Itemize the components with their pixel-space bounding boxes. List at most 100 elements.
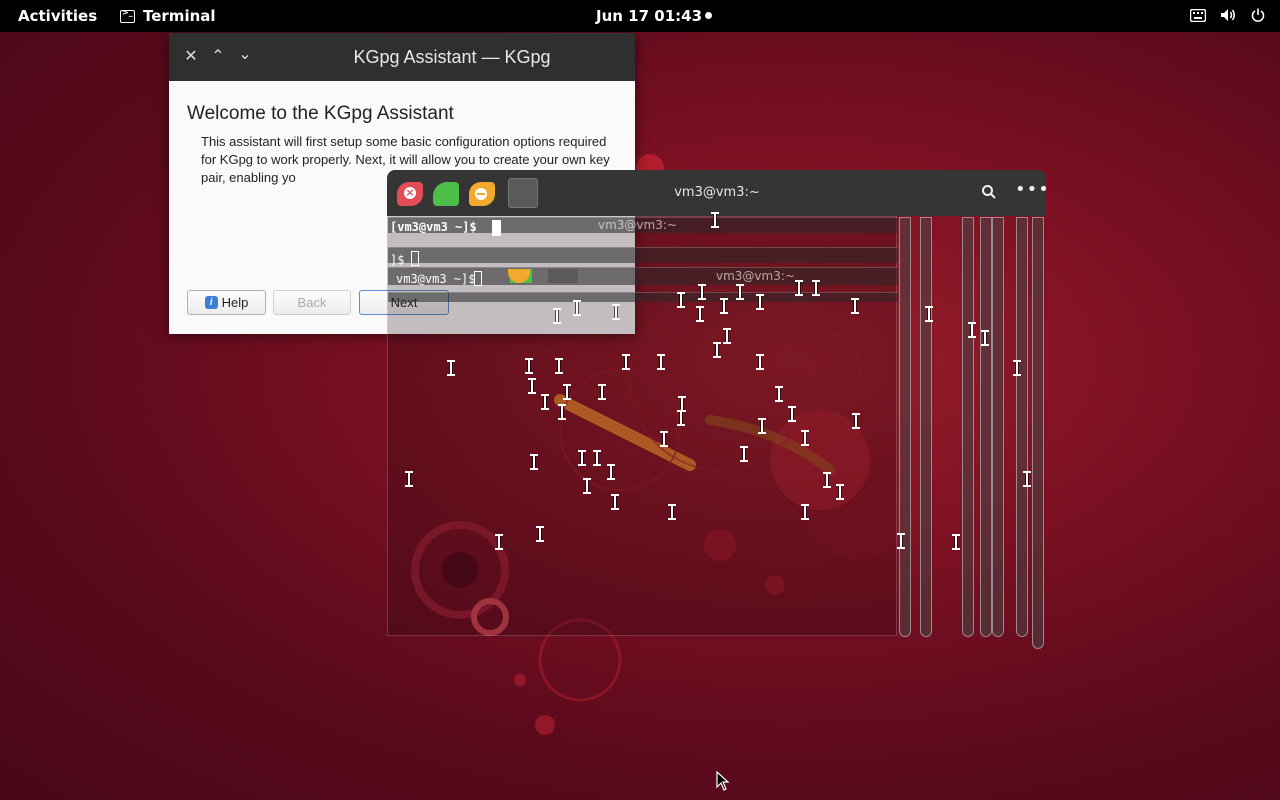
- render-artifact-bar: [1016, 217, 1028, 637]
- volume-icon[interactable]: [1220, 7, 1236, 23]
- ibeam-cursor-icon: [660, 431, 668, 447]
- ibeam-cursor-icon: [801, 430, 809, 446]
- ibeam-cursor-icon: [677, 292, 685, 308]
- power-icon[interactable]: [1250, 7, 1266, 23]
- ibeam-cursor-icon: [696, 306, 704, 322]
- render-artifact-bar: [920, 217, 932, 637]
- terminal-prompt: ]$: [390, 253, 405, 267]
- ibeam-cursor-icon: [720, 298, 728, 314]
- notification-dot: [705, 12, 712, 19]
- ibeam-cursor-icon: [836, 484, 844, 500]
- ibeam-cursor-icon: [852, 413, 860, 429]
- new-tab-button[interactable]: [508, 178, 538, 208]
- system-tray[interactable]: [1190, 7, 1266, 23]
- app-menu-label: Terminal: [143, 7, 216, 25]
- terminal-scrollbar[interactable]: [1032, 217, 1044, 649]
- activities-button[interactable]: Activities: [18, 7, 97, 25]
- ibeam-cursor-icon: [563, 384, 571, 400]
- ibeam-cursor-icon: [530, 454, 538, 470]
- ibeam-cursor-icon: [1023, 471, 1031, 487]
- menu-icon[interactable]: •••: [1015, 181, 1049, 202]
- ibeam-cursor-icon: [558, 404, 566, 420]
- close-window-button[interactable]: [397, 182, 423, 206]
- maximize-window-button[interactable]: [433, 182, 459, 206]
- terminal-title: vm3@vm3:~: [674, 185, 760, 200]
- ibeam-cursor-icon: [657, 354, 665, 370]
- ghost-terminal-title: vm3@vm3:~: [716, 269, 795, 283]
- keyboard-icon[interactable]: [1190, 7, 1206, 23]
- ibeam-cursor-icon: [925, 306, 933, 322]
- ibeam-cursor-icon: [573, 300, 581, 316]
- terminal-cursor: [411, 251, 419, 266]
- ibeam-cursor-icon: [851, 298, 859, 314]
- terminal-prompt: vm3@vm3 ~]$: [396, 272, 476, 286]
- ibeam-cursor-icon: [528, 378, 536, 394]
- terminal-prompt: [vm3@vm3 ~]$: [390, 220, 477, 234]
- ibeam-cursor-icon: [968, 322, 976, 338]
- render-artifact-bar: [980, 217, 992, 637]
- ibeam-cursor-icon: [612, 304, 620, 320]
- ibeam-cursor-icon: [756, 294, 764, 310]
- help-button-label: Help: [221, 295, 249, 310]
- ibeam-cursor-icon: [981, 330, 989, 346]
- top-bar: Activities Terminal Jun 17 01:43: [0, 0, 1280, 32]
- back-button-label: Back: [297, 295, 327, 310]
- ibeam-cursor-icon: [801, 504, 809, 520]
- help-button[interactable]: i Help: [187, 290, 266, 315]
- ibeam-cursor-icon: [823, 472, 831, 488]
- render-artifact-strip: [388, 292, 898, 302]
- ibeam-cursor-icon: [711, 212, 719, 228]
- ibeam-cursor-icon: [598, 384, 606, 400]
- minimize-window-button[interactable]: [469, 182, 495, 206]
- render-artifact-bar: [992, 217, 1004, 637]
- terminal-window: vm3@vm3:~ ••• [vm3@vm3 ~]$ vm3@vm3:~ ]$ …: [387, 170, 1049, 650]
- terminal-content[interactable]: [vm3@vm3 ~]$ vm3@vm3:~ ]$ vm3@vm3 ~]$ vm…: [387, 216, 898, 636]
- ibeam-cursor-icon: [677, 410, 685, 426]
- clock[interactable]: Jun 17 01:43: [596, 7, 702, 25]
- ibeam-cursor-icon: [723, 328, 731, 344]
- render-artifact-bar: [962, 217, 974, 637]
- ibeam-cursor-icon: [740, 446, 748, 462]
- terminal-headerbar[interactable]: vm3@vm3:~ •••: [387, 170, 1049, 216]
- ibeam-cursor-icon: [555, 358, 563, 374]
- help-icon: i: [204, 296, 218, 309]
- ibeam-cursor-icon: [536, 526, 544, 542]
- ibeam-cursor-icon: [447, 360, 455, 376]
- ibeam-cursor-icon: [668, 504, 676, 520]
- ibeam-cursor-icon: [788, 406, 796, 422]
- kgpg-titlebar[interactable]: ✕ ⌃ ⌄ KGpg Assistant — KGpg: [169, 33, 635, 81]
- ibeam-cursor-icon: [756, 354, 764, 370]
- ibeam-cursor-icon: [897, 533, 905, 549]
- render-artifact-button: [548, 269, 578, 283]
- ibeam-cursor-icon: [698, 284, 706, 300]
- ibeam-cursor-icon: [495, 534, 503, 550]
- ibeam-cursor-icon: [952, 534, 960, 550]
- ibeam-cursor-icon: [553, 308, 561, 324]
- terminal-cursor: [474, 271, 482, 286]
- back-button[interactable]: Back: [273, 290, 351, 315]
- ibeam-cursor-icon: [405, 471, 413, 487]
- ibeam-cursor-icon: [578, 450, 586, 466]
- ibeam-cursor-icon: [541, 394, 549, 410]
- page-title: Welcome to the KGpg Assistant: [187, 103, 454, 124]
- ghost-terminal-title: vm3@vm3:~: [598, 218, 677, 232]
- ibeam-cursor-icon: [593, 450, 601, 466]
- mouse-pointer-icon: [716, 771, 730, 791]
- terminal-icon: [120, 8, 135, 23]
- render-artifact-strip: [388, 247, 898, 263]
- ibeam-cursor-icon: [713, 342, 721, 358]
- app-menu-terminal[interactable]: Terminal: [120, 7, 216, 25]
- ibeam-cursor-icon: [611, 494, 619, 510]
- ibeam-cursor-icon: [622, 354, 630, 370]
- ibeam-cursor-icon: [525, 358, 533, 374]
- ibeam-cursor-icon: [607, 464, 615, 480]
- render-artifact-bar: [899, 217, 911, 637]
- search-icon[interactable]: [981, 184, 999, 202]
- ibeam-cursor-icon: [583, 478, 591, 494]
- ibeam-cursor-icon: [758, 418, 766, 434]
- ibeam-cursor-icon: [812, 280, 820, 296]
- ibeam-cursor-icon: [1013, 360, 1021, 376]
- ibeam-cursor-icon: [775, 386, 783, 402]
- terminal-cursor: [492, 220, 501, 236]
- ibeam-cursor-icon: [736, 284, 744, 300]
